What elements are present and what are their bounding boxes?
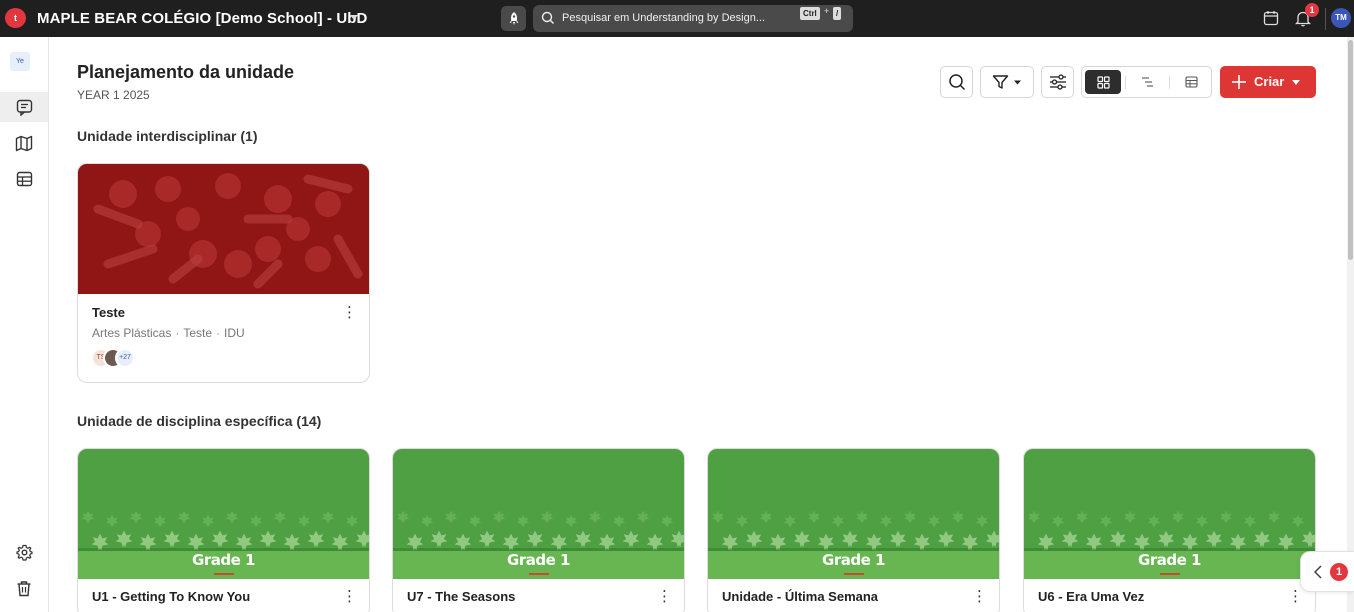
cover-underline — [844, 573, 864, 575]
filter-button[interactable] — [980, 66, 1034, 98]
search-icon — [541, 11, 554, 24]
chevron-down-icon — [1292, 80, 1300, 85]
list-view-button[interactable] — [1129, 70, 1165, 94]
unit-card-title[interactable]: Unidade - Última Semana — [722, 589, 878, 604]
topbar-divider — [1325, 8, 1326, 30]
cover-grade-label: Grade 1 — [192, 551, 255, 569]
plus-icon — [1232, 75, 1246, 89]
chevron-down-icon[interactable] — [350, 15, 358, 20]
cover-underline — [214, 573, 234, 575]
page-subtitle: YEAR 1 2025 — [77, 88, 150, 102]
cover-grade-label: Grade 1 — [1138, 551, 1201, 569]
more-options-icon[interactable]: ⋮ — [342, 305, 357, 320]
shortcut-key-slash: / — [833, 7, 842, 20]
unit-subject: Artes Plásticas — [92, 326, 172, 340]
top-bar: t MAPLE BEAR COLÉGIO [Demo School] - UbD… — [0, 0, 1354, 37]
view-toggle-group — [1081, 66, 1212, 98]
cover-grade-label: Grade 1 — [507, 551, 570, 569]
sidebar-item-map[interactable] — [0, 128, 48, 158]
view-divider — [1125, 76, 1126, 89]
unit-card[interactable]: Grade 1 U7 - The Seasons ⋮ — [392, 448, 685, 612]
more-options-icon[interactable]: ⋮ — [972, 589, 987, 604]
trash-icon — [17, 580, 31, 596]
calendar-icon[interactable] — [1263, 10, 1279, 26]
cover-grade-label: Grade 1 — [822, 551, 885, 569]
table-view-button[interactable] — [1173, 70, 1209, 94]
create-button-label: Criar — [1254, 74, 1285, 89]
unit-type: IDU — [224, 326, 245, 340]
unit-card[interactable]: Grade 1 U1 - Getting To Know You ⋮ — [77, 448, 370, 612]
sidebar-item-table[interactable] — [0, 164, 48, 194]
chevron-left-icon — [1313, 565, 1322, 579]
page-title: Planejamento da unidade — [77, 62, 295, 82]
view-divider — [1169, 76, 1170, 89]
section-title-specific: Unidade de disciplina específica (14) — [77, 413, 322, 429]
side-panel-toggle[interactable]: 1 — [1300, 551, 1354, 592]
shortcut-key-ctrl: Ctrl — [800, 7, 820, 20]
unit-cover-image: Grade 1 — [708, 449, 999, 579]
unit-cover-image: Grade 1 — [78, 449, 369, 579]
unit-course: Teste — [183, 326, 213, 340]
unit-card-title[interactable]: U7 - The Seasons — [407, 589, 515, 604]
chat-icon — [16, 99, 32, 116]
sliders-icon — [1049, 74, 1066, 90]
sidebar-item-trash[interactable] — [0, 573, 48, 603]
search-placeholder: Pesquisar em Understanding by Design... — [562, 12, 765, 24]
settings-sliders-button[interactable] — [1041, 66, 1074, 98]
scrollbar-thumb[interactable] — [1348, 40, 1353, 260]
year-chip[interactable]: Ye — [10, 52, 30, 71]
unit-card-meta: Artes Plásticas · Teste · IDU — [92, 326, 245, 340]
sidebar-item-settings[interactable] — [0, 537, 48, 567]
filter-icon — [992, 75, 1021, 89]
sidebar-item-planning[interactable] — [0, 92, 48, 122]
school-switcher-label[interactable]: MAPLE BEAR COLÉGIO [Demo School] - UbD — [37, 10, 367, 27]
unit-card-title[interactable]: U6 - Era Uma Vez — [1038, 589, 1144, 604]
unit-card-title[interactable]: U1 - Getting To Know You — [92, 589, 250, 604]
unit-card[interactable]: Grade 1 Unidade - Última Semana ⋮ — [707, 448, 1000, 612]
shortcut-plus: + — [824, 6, 830, 16]
more-options-icon[interactable]: ⋮ — [657, 589, 672, 604]
unit-card[interactable]: Grade 1 U6 - Era Uma Vez ⋮ — [1023, 448, 1316, 612]
left-sidebar: Ye — [0, 37, 49, 612]
unit-card-title[interactable]: Teste — [92, 305, 125, 320]
unit-cover-image: Grade 1 — [393, 449, 684, 579]
notification-badge: 1 — [1305, 3, 1319, 17]
rocket-icon — [509, 11, 518, 25]
cover-underline — [1160, 573, 1180, 575]
unit-card[interactable]: Teste ⋮ Artes Plásticas · Teste · IDU TS +27 — [77, 163, 370, 383]
gear-icon — [15, 544, 33, 561]
unit-cover-image — [78, 164, 369, 294]
more-options-icon[interactable]: ⋮ — [1288, 589, 1303, 604]
tree-list-icon — [1141, 77, 1153, 87]
map-icon — [15, 135, 33, 151]
cover-underline — [529, 573, 549, 575]
collaborator-count: +27 — [115, 348, 135, 368]
table-icon — [16, 171, 32, 187]
grid-view-button[interactable] — [1085, 70, 1121, 94]
app-logo[interactable]: t — [5, 8, 26, 28]
rocket-button[interactable] — [501, 6, 526, 31]
create-button[interactable]: Criar — [1220, 66, 1316, 98]
search-button[interactable] — [940, 66, 973, 98]
unit-cover-image: Grade 1 — [1024, 449, 1315, 579]
grid-view-icon — [1096, 75, 1110, 89]
panel-badge: 1 — [1330, 563, 1348, 581]
table-view-icon — [1184, 76, 1198, 88]
section-title-interdisciplinary: Unidade interdisciplinar (1) — [77, 128, 258, 144]
user-avatar[interactable]: TM — [1331, 8, 1351, 28]
search-icon — [948, 74, 965, 91]
more-options-icon[interactable]: ⋮ — [342, 589, 357, 604]
